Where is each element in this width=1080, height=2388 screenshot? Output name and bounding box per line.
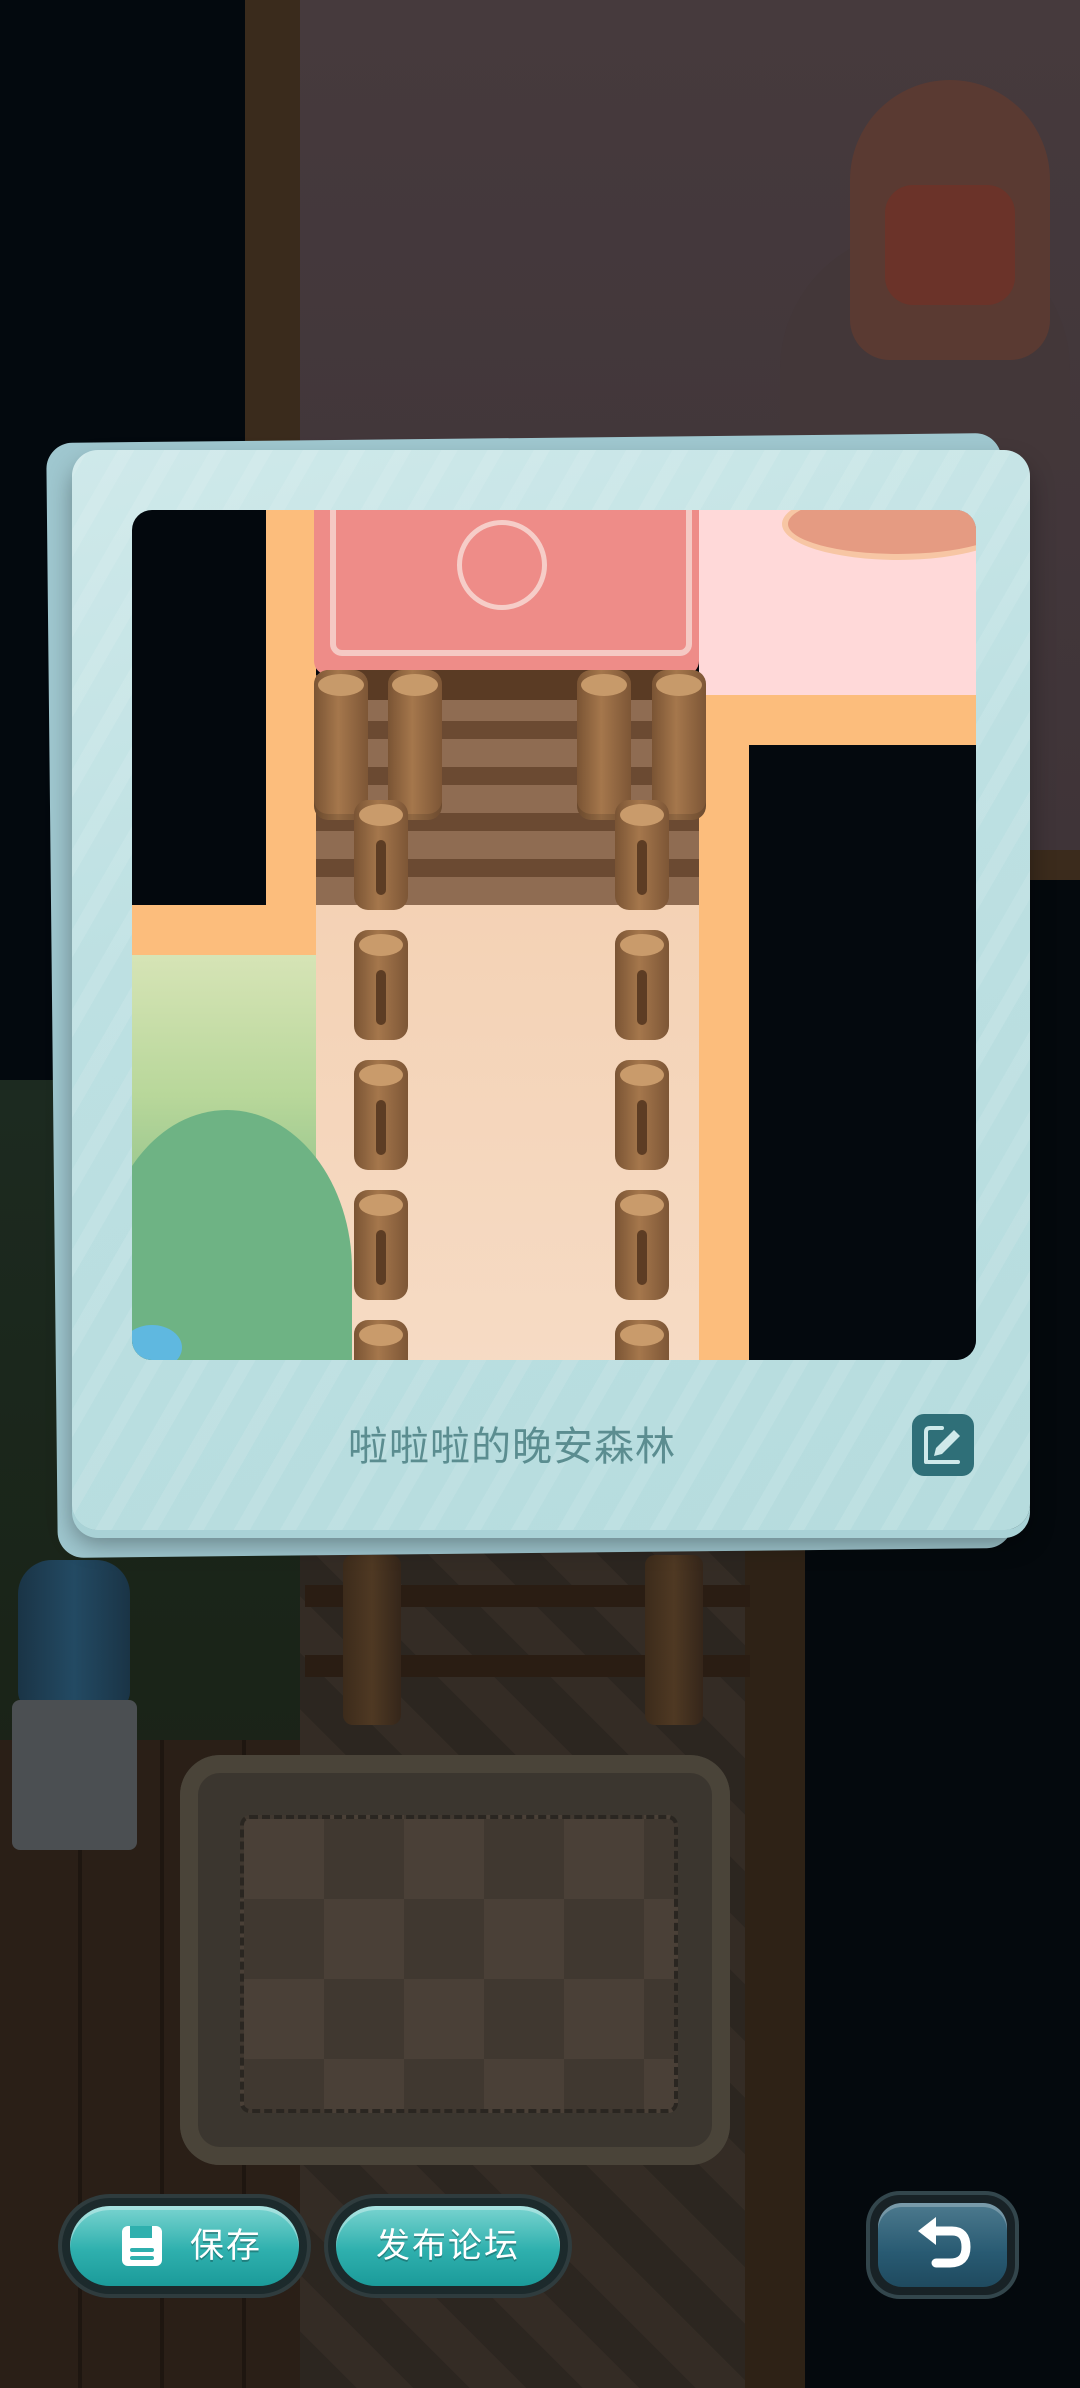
water-cooler	[12, 1560, 137, 1860]
fence-post	[354, 800, 408, 910]
edit-pen-icon	[924, 1426, 960, 1464]
save-button-label: 保存	[190, 2226, 262, 2266]
fence-post	[354, 1060, 408, 1170]
undo-arrow-icon	[918, 2217, 971, 2268]
fence-post	[314, 670, 368, 820]
fence-post	[652, 670, 706, 820]
wooden-fence	[305, 1545, 750, 1735]
save-button[interactable]: 保存	[62, 2198, 307, 2294]
fence-post	[615, 930, 669, 1040]
photo-card: 啦啦啦的晚安森林	[72, 450, 1030, 1530]
floppy-disk-icon	[122, 2226, 162, 2266]
fence-post	[354, 930, 408, 1040]
fence-rail	[322, 670, 697, 700]
publish-forum-button[interactable]: 发布论坛	[328, 2198, 568, 2294]
photo-title: 啦啦啦的晚安森林	[348, 1424, 676, 1470]
fence-post	[615, 1320, 669, 1360]
edit-title-button[interactable]	[912, 1414, 974, 1476]
fence-post	[615, 800, 669, 910]
fence-post	[615, 1190, 669, 1300]
fence-post	[354, 1320, 408, 1360]
fence-post	[388, 670, 442, 820]
diamond-rug	[180, 1755, 730, 2165]
fence-post	[354, 1190, 408, 1300]
heart-lamp-decoration	[760, 40, 1070, 470]
fence-post	[615, 1060, 669, 1170]
room-snapshot	[132, 510, 976, 1360]
publish-forum-label: 发布论坛	[376, 2226, 520, 2266]
fence-post	[577, 670, 631, 820]
back-button[interactable]	[870, 2195, 1015, 2295]
